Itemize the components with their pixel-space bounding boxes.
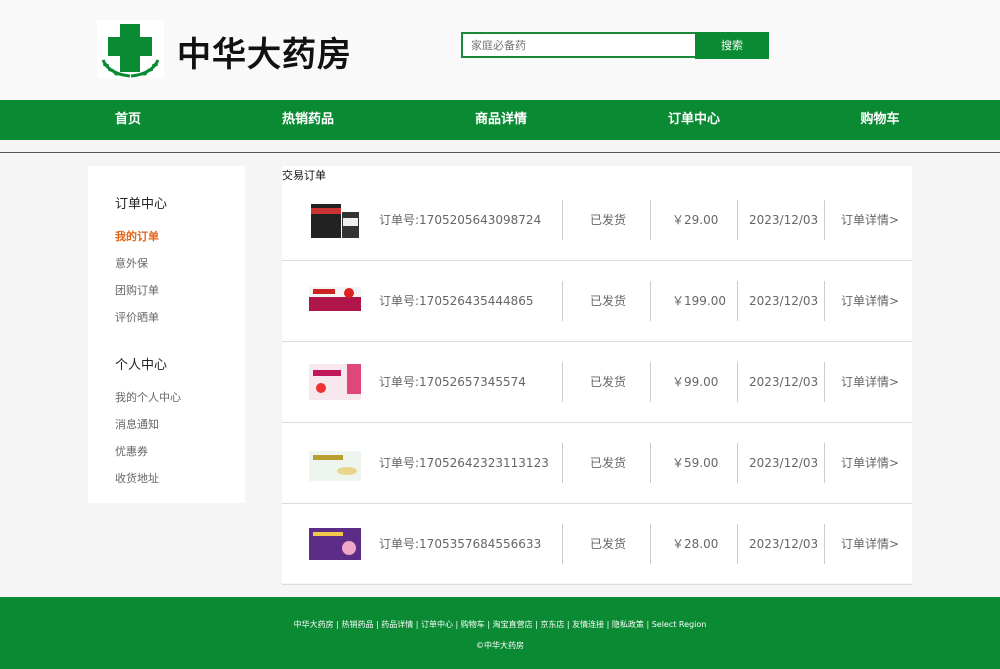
site-footer: 中华大药房 | 热销药品 | 药品详情 | 订单中心 | 购物车 | 淘宝直营店… (0, 597, 1000, 669)
sidebar-item-shipping-address[interactable]: 收货地址 (115, 470, 159, 486)
order-status: 已发货 (590, 537, 627, 551)
column-divider (824, 524, 825, 564)
brand-name: 中华大药房 (177, 35, 352, 75)
column-divider (562, 362, 563, 402)
sidebar-title-order-center: 订单中心 (115, 197, 168, 212)
column-divider (737, 443, 738, 483)
order-detail-link[interactable]: 订单详情> (841, 342, 899, 423)
order-row: 订单号:17052657345574 已发货 ￥99.00 2023/12/03… (282, 342, 912, 423)
order-number: 订单号:17052642323113123 (379, 456, 549, 470)
column-divider (650, 200, 651, 240)
orders-panel: 交易订单 订单号:1705205643098724 已发货 ￥29.00 202… (282, 166, 912, 585)
order-price: ￥29.00 (672, 213, 719, 227)
order-row: 订单号:17052642323113123 已发货 ￥59.00 2023/12… (282, 423, 912, 504)
order-detail-link[interactable]: 订单详情> (841, 180, 899, 261)
nav-item-hot-drugs[interactable]: 热销药品 (248, 100, 368, 140)
order-date: 2023/12/03 (749, 294, 819, 308)
sidebar-item-accident-insurance[interactable]: 意外保 (115, 255, 148, 271)
column-divider (562, 443, 563, 483)
order-price: ￥28.00 (672, 537, 719, 551)
order-detail-link[interactable]: 订单详情> (841, 504, 899, 585)
sidebar-item-reviews[interactable]: 评价晒单 (115, 309, 159, 325)
main-nav: 首页 热销药品 商品详情 订单中心 购物车 (0, 100, 1000, 140)
order-status: 已发货 (590, 375, 627, 389)
column-divider (824, 362, 825, 402)
order-row: 订单号:1705205643098724 已发货 ￥29.00 2023/12/… (282, 180, 912, 261)
search-input[interactable] (461, 32, 696, 58)
footer-links[interactable]: 中华大药房 | 热销药品 | 药品详情 | 订单中心 | 购物车 | 淘宝直营店… (0, 619, 1000, 630)
product-thumbnail[interactable] (309, 356, 361, 400)
sidebar: 订单中心 我的订单 意外保 团购订单 评价晒单 个人中心 我的个人中心 消息通知… (88, 166, 245, 503)
order-price: ￥199.00 (672, 294, 726, 308)
column-divider (562, 281, 563, 321)
column-divider (562, 200, 563, 240)
column-divider (650, 524, 651, 564)
column-divider (562, 524, 563, 564)
product-thumbnail[interactable] (309, 194, 361, 238)
nav-item-order-center[interactable]: 订单中心 (634, 100, 754, 140)
product-thumbnail[interactable] (309, 437, 361, 481)
product-thumbnail[interactable] (309, 275, 361, 319)
order-row: 订单号:1705357684556633 已发货 ￥28.00 2023/12/… (282, 504, 912, 585)
column-divider (650, 362, 651, 402)
order-price: ￥59.00 (672, 456, 719, 470)
order-number: 订单号:1705205643098724 (379, 213, 542, 227)
footer-copyright: ©中华大药房 (476, 641, 524, 650)
sidebar-item-group-orders[interactable]: 团购订单 (115, 282, 159, 298)
header-divider (0, 152, 1000, 153)
column-divider (824, 281, 825, 321)
order-number: 订单号:170526435444865 (379, 294, 534, 308)
order-status: 已发货 (590, 456, 627, 470)
order-status: 已发货 (590, 294, 627, 308)
order-date: 2023/12/03 (749, 213, 819, 227)
nav-item-cart[interactable]: 购物车 (820, 100, 940, 140)
sidebar-title-personal-center: 个人中心 (115, 358, 168, 373)
nav-item-home[interactable]: 首页 (68, 100, 188, 140)
nav-item-product-details[interactable]: 商品详情 (441, 100, 561, 140)
column-divider (650, 443, 651, 483)
column-divider (737, 200, 738, 240)
sidebar-item-coupons[interactable]: 优惠券 (115, 443, 148, 459)
order-row: 订单号:170526435444865 已发货 ￥199.00 2023/12/… (282, 261, 912, 342)
pharmacy-cross-logo[interactable] (97, 20, 164, 78)
column-divider (824, 200, 825, 240)
order-status: 已发货 (590, 213, 627, 227)
order-detail-link[interactable]: 订单详情> (841, 423, 899, 504)
column-divider (737, 281, 738, 321)
order-number: 订单号:1705357684556633 (379, 537, 542, 551)
product-thumbnail[interactable] (309, 518, 361, 562)
column-divider (650, 281, 651, 321)
column-divider (737, 524, 738, 564)
column-divider (824, 443, 825, 483)
order-detail-link[interactable]: 订单详情> (841, 261, 899, 342)
order-date: 2023/12/03 (749, 456, 819, 470)
order-date: 2023/12/03 (749, 375, 819, 389)
search-button[interactable]: 搜索 (695, 32, 769, 59)
sidebar-item-my-orders[interactable]: 我的订单 (115, 228, 159, 244)
order-number: 订单号:17052657345574 (379, 375, 526, 389)
order-price: ￥99.00 (672, 375, 719, 389)
order-date: 2023/12/03 (749, 537, 819, 551)
column-divider (737, 362, 738, 402)
sidebar-item-my-personal-center[interactable]: 我的个人中心 (115, 389, 181, 405)
site-header: 中华大药房 搜索 (0, 0, 1000, 100)
sidebar-item-notifications[interactable]: 消息通知 (115, 416, 159, 432)
